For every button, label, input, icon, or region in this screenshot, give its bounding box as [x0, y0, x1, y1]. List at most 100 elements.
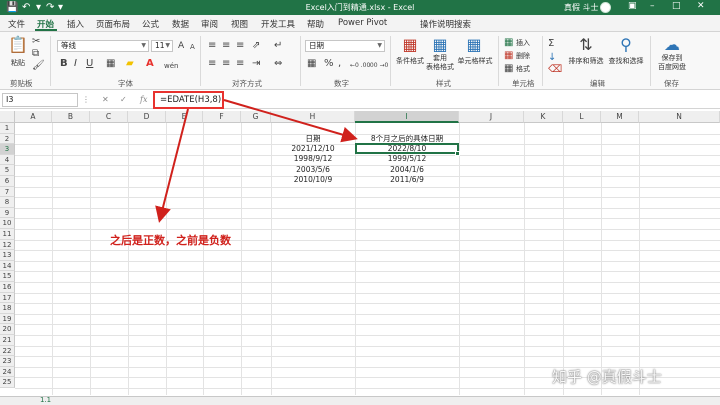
- cell-i5[interactable]: 2004/1/6: [355, 165, 459, 175]
- column-header-i[interactable]: I: [355, 111, 459, 123]
- shrink-font-icon[interactable]: A: [190, 41, 195, 53]
- row-header-20[interactable]: 20: [0, 324, 15, 335]
- row-header-2[interactable]: 2: [0, 133, 15, 145]
- conditional-formatting-icon[interactable]: ▦: [398, 36, 422, 54]
- tab-file[interactable]: 文件: [8, 18, 25, 30]
- row-header-4[interactable]: 4: [0, 154, 15, 166]
- row-header-12[interactable]: 12: [0, 239, 15, 251]
- format-as-table-button[interactable]: 套用 表格格式: [422, 54, 458, 72]
- row-header-16[interactable]: 16: [0, 282, 15, 293]
- minimize-icon[interactable]: –: [650, 1, 655, 11]
- row-header-25[interactable]: 25: [0, 377, 15, 388]
- align-middle-icon[interactable]: ≡: [222, 40, 230, 52]
- bold-button[interactable]: B: [60, 58, 68, 70]
- user-name[interactable]: 真假 斗士: [564, 2, 599, 13]
- delete-cells-button[interactable]: 删除: [516, 51, 530, 61]
- column-header-h[interactable]: H: [271, 111, 355, 123]
- clear-icon[interactable]: ⌫: [548, 64, 562, 76]
- row-header-10[interactable]: 10: [0, 218, 15, 229]
- row-header-3[interactable]: 3: [0, 144, 15, 155]
- autosum-icon[interactable]: Σ: [548, 38, 554, 50]
- row-header-1[interactable]: 1: [0, 123, 15, 134]
- insert-function-icon[interactable]: fx: [140, 95, 147, 104]
- indent-icon[interactable]: ⇥: [252, 58, 260, 70]
- italic-button[interactable]: I: [74, 58, 77, 70]
- tab-data[interactable]: 数据: [172, 18, 189, 30]
- font-size-select[interactable]: 11 ▼: [151, 40, 173, 52]
- paste-button[interactable]: 粘贴: [8, 58, 28, 68]
- number-format-select[interactable]: 日期 ▼: [305, 40, 385, 52]
- accounting-format-icon[interactable]: ▦: [307, 58, 316, 70]
- row-header-14[interactable]: 14: [0, 260, 15, 272]
- cell-i4[interactable]: 1999/5/12: [355, 154, 459, 164]
- column-header-a[interactable]: A: [15, 111, 52, 123]
- align-center-icon[interactable]: ≡: [222, 58, 230, 70]
- underline-button[interactable]: U: [86, 58, 93, 70]
- column-header-d[interactable]: D: [128, 111, 166, 123]
- copy-icon[interactable]: ⧉: [32, 48, 39, 60]
- insert-cells-icon[interactable]: ▦: [504, 37, 513, 49]
- tab-formulas[interactable]: 公式: [142, 18, 159, 30]
- phonetic-guide-icon[interactable]: wén: [164, 60, 178, 72]
- column-header-l[interactable]: L: [563, 111, 601, 123]
- format-cells-icon[interactable]: ▦: [504, 63, 513, 75]
- insert-cells-button[interactable]: 插入: [516, 38, 530, 48]
- row-header-18[interactable]: 18: [0, 303, 15, 314]
- row-header-17[interactable]: 17: [0, 292, 15, 304]
- format-as-table-icon[interactable]: ▦: [428, 36, 452, 54]
- row-header-5[interactable]: 5: [0, 165, 15, 176]
- column-header-k[interactable]: K: [524, 111, 563, 123]
- tab-review[interactable]: 审阅: [201, 18, 218, 30]
- cell-h4[interactable]: 1998/9/12: [271, 154, 355, 164]
- fill-color-icon[interactable]: ▰: [126, 58, 134, 70]
- sheet-tab[interactable]: 1.1: [40, 396, 51, 404]
- tab-help[interactable]: 帮助: [307, 18, 324, 30]
- row-header-23[interactable]: 23: [0, 356, 15, 367]
- merge-center-icon[interactable]: ⇔: [274, 58, 282, 70]
- sort-filter-button[interactable]: 排序和筛选: [566, 56, 606, 66]
- align-left-icon[interactable]: ≡: [208, 58, 216, 70]
- cell-i6[interactable]: 2011/6/9: [355, 175, 459, 185]
- column-header-n[interactable]: N: [639, 111, 720, 123]
- row-header-19[interactable]: 19: [0, 313, 15, 325]
- enter-icon[interactable]: ✓: [120, 95, 127, 104]
- font-name-select[interactable]: 等线 ▼: [57, 40, 149, 52]
- tab-insert[interactable]: 插入: [67, 18, 84, 30]
- orientation-icon[interactable]: ⇗: [252, 40, 260, 52]
- align-right-icon[interactable]: ≡: [236, 58, 244, 70]
- row-header-21[interactable]: 21: [0, 335, 15, 346]
- cancel-icon[interactable]: ✕: [102, 95, 109, 104]
- cell-h6[interactable]: 2010/10/9: [271, 175, 355, 185]
- tab-developer[interactable]: 开发工具: [261, 18, 295, 30]
- format-painter-icon[interactable]: 🖌: [32, 60, 45, 72]
- column-header-c[interactable]: C: [90, 111, 128, 123]
- cell-styles-icon[interactable]: ▦: [462, 36, 486, 54]
- row-header-6[interactable]: 6: [0, 176, 15, 187]
- comma-style-button[interactable]: ,: [338, 58, 341, 70]
- row-header-11[interactable]: 11: [0, 229, 15, 240]
- maximize-icon[interactable]: □: [672, 1, 681, 11]
- column-header-m[interactable]: M: [601, 111, 639, 123]
- column-header-f[interactable]: F: [203, 111, 241, 123]
- cut-icon[interactable]: ✂: [32, 36, 40, 48]
- tab-power-pivot[interactable]: Power Pivot: [338, 18, 387, 28]
- column-header-g[interactable]: G: [241, 111, 271, 123]
- paste-icon[interactable]: 📋: [8, 36, 28, 54]
- grow-font-icon[interactable]: A: [178, 40, 184, 52]
- cell-h3[interactable]: 2021/12/10: [271, 144, 355, 154]
- row-header-15[interactable]: 15: [0, 271, 15, 282]
- percent-style-button[interactable]: %: [324, 58, 334, 70]
- cell-styles-button[interactable]: 单元格样式: [456, 56, 494, 66]
- column-header-j[interactable]: J: [459, 111, 524, 123]
- find-select-icon[interactable]: ⚲: [614, 36, 638, 54]
- tab-view[interactable]: 视图: [231, 18, 248, 30]
- row-header-8[interactable]: 8: [0, 197, 15, 208]
- row-header-22[interactable]: 22: [0, 345, 15, 357]
- format-cells-button[interactable]: 格式: [516, 64, 530, 74]
- fill-handle[interactable]: [455, 151, 460, 156]
- row-header-24[interactable]: 24: [0, 366, 15, 378]
- column-header-e[interactable]: E: [166, 111, 203, 123]
- row-header-7[interactable]: 7: [0, 186, 15, 198]
- column-header-b[interactable]: B: [52, 111, 90, 123]
- align-top-icon[interactable]: ≡: [208, 40, 216, 52]
